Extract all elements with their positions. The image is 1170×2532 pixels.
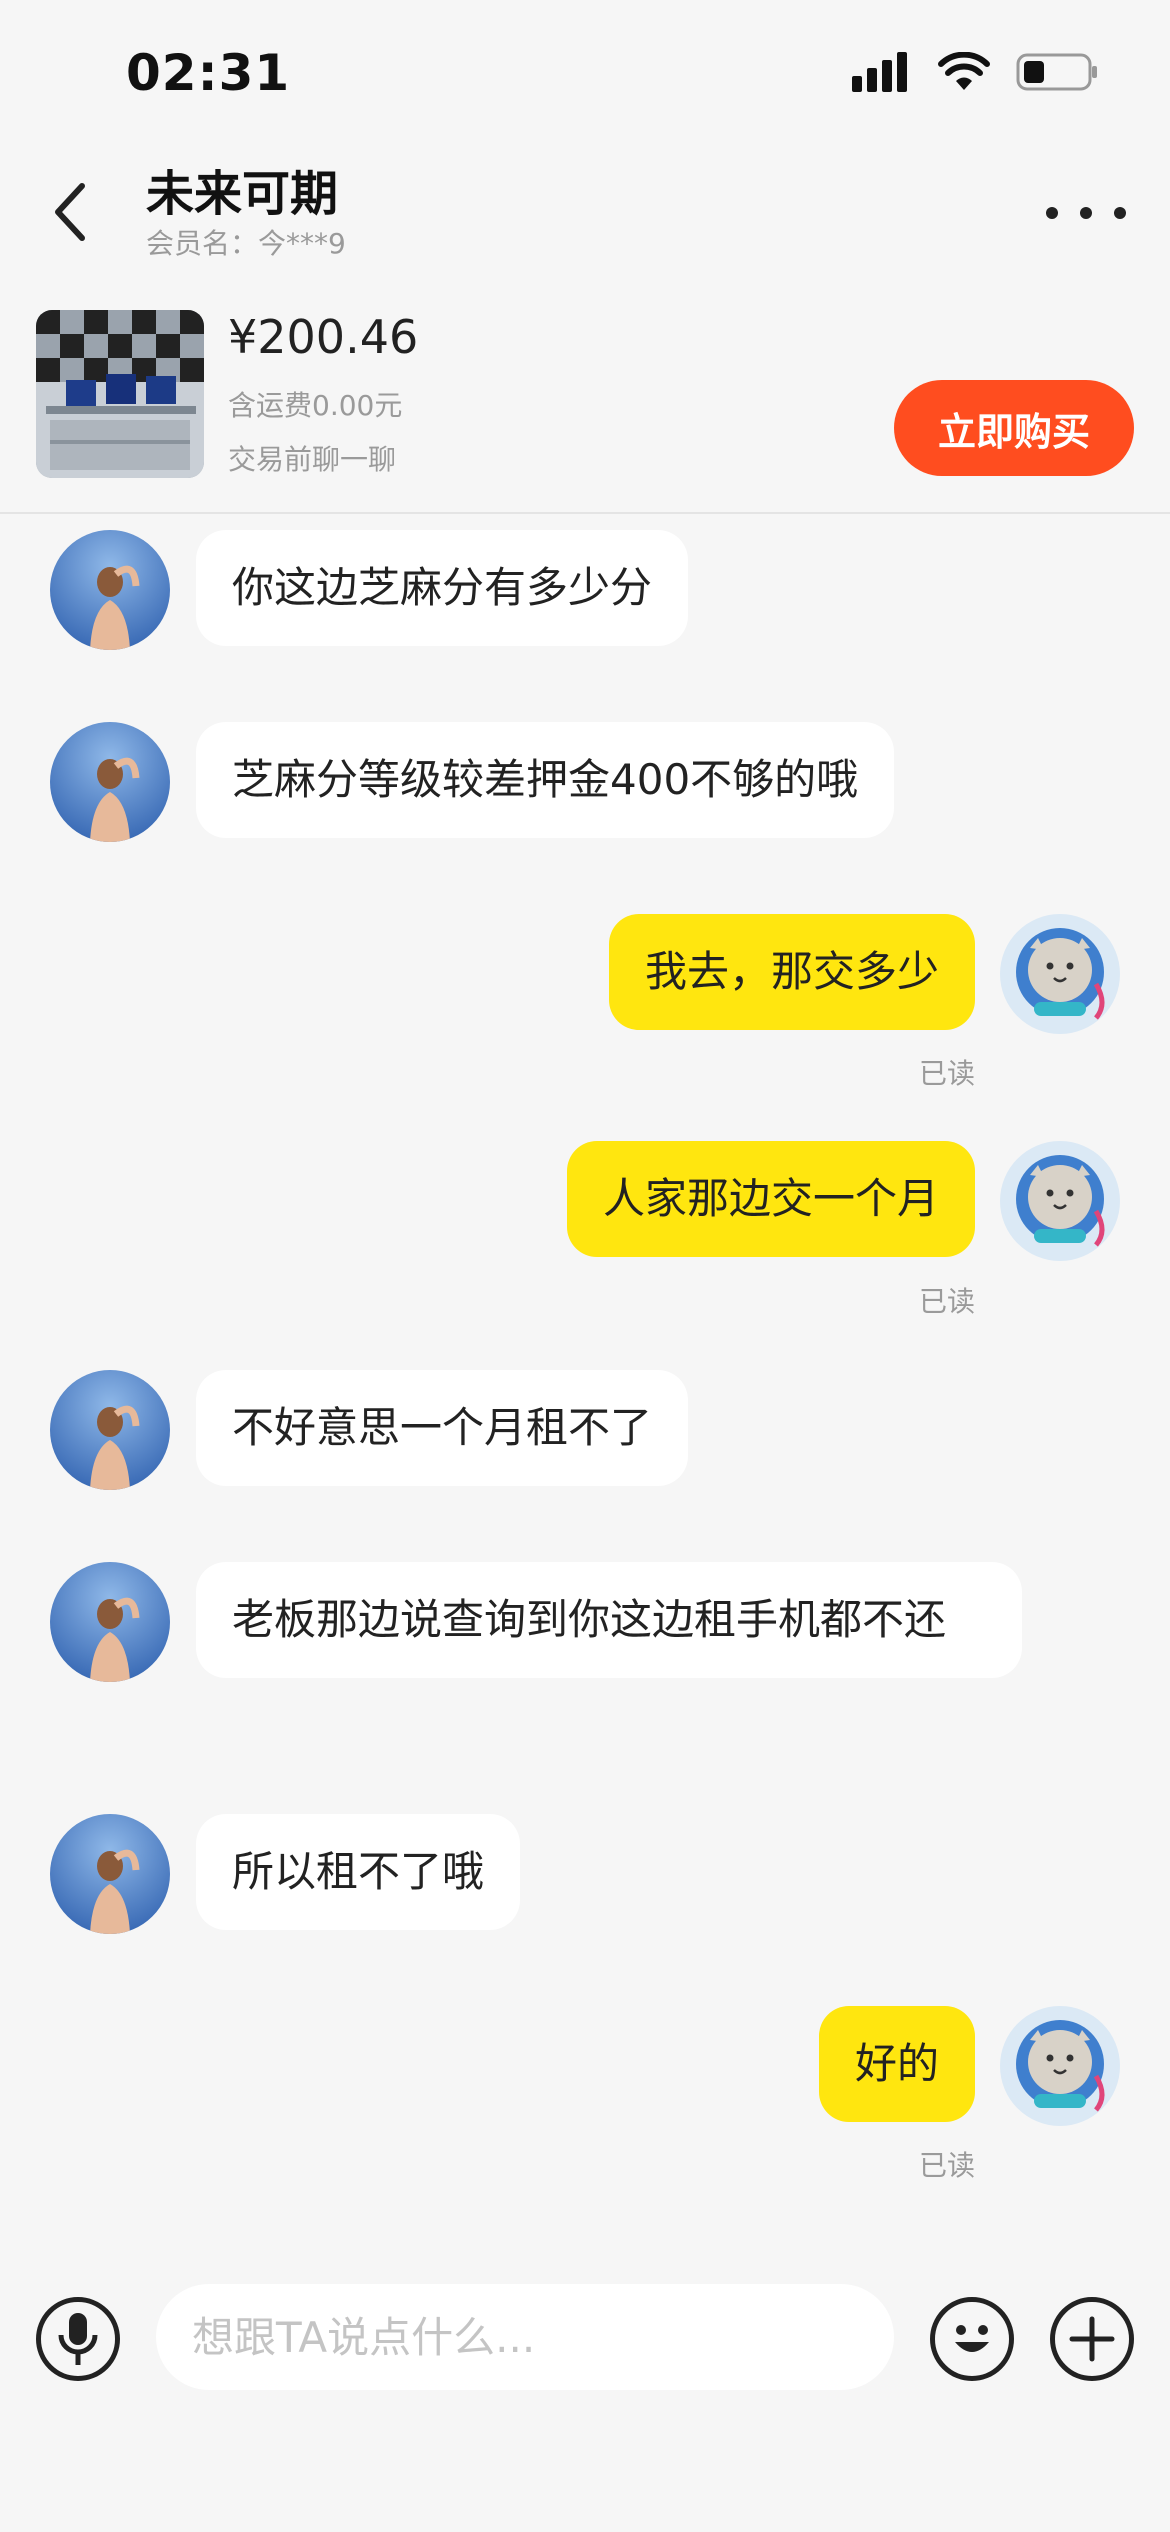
message-bubble-outgoing[interactable]: 好的 bbox=[818, 2006, 975, 2122]
product-image bbox=[36, 310, 204, 478]
message-bubble-incoming[interactable]: 你这边芝麻分有多少分 bbox=[196, 530, 689, 646]
read-status: 已读 bbox=[918, 2149, 975, 2182]
read-status: 已读 bbox=[918, 1285, 975, 1318]
more-dots-icon bbox=[1046, 207, 1058, 219]
seller-avatar[interactable] bbox=[50, 722, 170, 842]
my-avatar[interactable] bbox=[1000, 2006, 1120, 2126]
more-dots-icon bbox=[1080, 207, 1092, 219]
seller-avatar[interactable] bbox=[50, 1562, 170, 1682]
wifi-icon bbox=[938, 52, 990, 90]
message-bubble-incoming[interactable]: 不好意思一个月租不了 bbox=[196, 1370, 689, 1486]
back-arrow-icon bbox=[55, 183, 85, 241]
my-avatar[interactable] bbox=[1000, 1141, 1120, 1261]
shipping-fee: 含运费0.00元 bbox=[228, 389, 403, 422]
back-button[interactable] bbox=[40, 172, 100, 252]
read-status: 已读 bbox=[918, 1057, 975, 1090]
battery-icon bbox=[1016, 53, 1097, 91]
message-bubble-outgoing[interactable]: 人家那边交一个月 bbox=[566, 1141, 975, 1257]
signal-icon bbox=[852, 52, 907, 92]
seller-avatar[interactable] bbox=[50, 1814, 170, 1934]
emoji-icon bbox=[955, 2325, 989, 2352]
seller-avatar[interactable] bbox=[50, 530, 170, 650]
product-price: ¥200.46 bbox=[228, 310, 419, 364]
more-dots-icon bbox=[1114, 207, 1126, 219]
message-bubble-incoming[interactable]: 芝麻分等级较差押金400不够的哦 bbox=[196, 722, 895, 838]
buy-now-button[interactable]: 立即购买 bbox=[894, 380, 1134, 476]
pre-trade-chat-label: 交易前聊一聊 bbox=[228, 443, 397, 476]
plus-button[interactable] bbox=[1050, 2297, 1134, 2381]
message-bubble-incoming[interactable]: 所以租不了哦 bbox=[196, 1814, 521, 1930]
plus-icon bbox=[1069, 2316, 1115, 2362]
product-thumbnail[interactable] bbox=[36, 310, 204, 478]
status-bar: 02:31 bbox=[0, 0, 1170, 150]
seller-avatar[interactable] bbox=[50, 1370, 170, 1490]
product-card[interactable]: ¥200.46 含运费0.00元 交易前聊一聊 立即购买 bbox=[0, 300, 1170, 514]
my-avatar[interactable] bbox=[1000, 914, 1120, 1034]
message-bubble-incoming[interactable]: 老板那边说查询到你这边租手机都不还 bbox=[196, 1562, 1022, 1678]
message-bubble-outgoing[interactable]: 我去，那交多少 bbox=[608, 914, 975, 1030]
input-bar bbox=[0, 2270, 1170, 2400]
status-time: 02:31 bbox=[126, 44, 291, 102]
more-button[interactable] bbox=[1046, 188, 1126, 238]
chat-header: 未来可期 会员名：今***9 bbox=[0, 140, 1170, 280]
message-input[interactable] bbox=[156, 2284, 894, 2390]
status-icons bbox=[852, 52, 1098, 92]
microphone-icon bbox=[58, 2313, 98, 2365]
member-name: 会员名：今***9 bbox=[146, 227, 346, 260]
contact-name: 未来可期 bbox=[146, 166, 339, 222]
emoji-button[interactable] bbox=[930, 2297, 1014, 2381]
voice-button[interactable] bbox=[36, 2297, 120, 2381]
